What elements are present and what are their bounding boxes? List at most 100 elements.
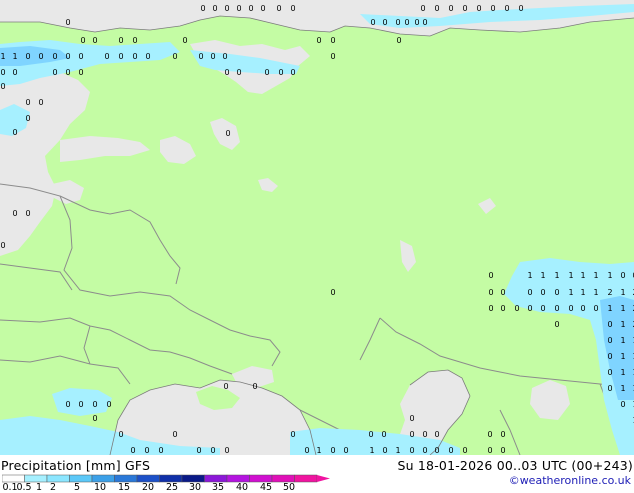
legend-swatch [226, 474, 250, 483]
precip-value-marker: 0 [368, 430, 373, 439]
precip-value-marker: 0 [198, 52, 203, 61]
precip-value-marker: 0 [330, 52, 335, 61]
precip-value-marker: 0 [224, 446, 229, 455]
precip-value-marker: 0 [330, 446, 335, 455]
precip-value-marker: 1 [568, 271, 573, 280]
legend-label: 10 [93, 482, 107, 493]
precip-value-marker: 0 [396, 36, 401, 45]
precip-value-marker: 0 [260, 4, 265, 13]
precip-value-marker: 0 [500, 430, 505, 439]
legend-swatch [204, 474, 228, 483]
precip-value-marker: 0 [518, 4, 523, 13]
precip-value-marker: 0 [12, 209, 17, 218]
precip-value-marker: 0 [487, 446, 492, 455]
legend-label: 30 [188, 482, 202, 493]
precip-value-marker: 0 [607, 384, 612, 393]
precip-value-marker: 0 [172, 52, 177, 61]
legend-label: 0.5 [16, 482, 32, 493]
precip-value-marker: 0 [607, 368, 612, 377]
precip-value-marker: 0 [0, 68, 5, 77]
precip-value-marker: 1 [607, 271, 612, 280]
precip-value-marker: 0 [422, 446, 427, 455]
precip-value-marker: 0 [370, 18, 375, 27]
source-credit[interactable]: ©weatheronline.co.uk [509, 474, 631, 487]
legend-swatch [2, 474, 25, 483]
precip-value-marker: 0 [434, 4, 439, 13]
precip-value-marker: 0 [409, 414, 414, 423]
precip-value-marker: 0 [78, 52, 83, 61]
precip-value-marker: 0 [236, 68, 241, 77]
precip-value-marker: 0 [381, 430, 386, 439]
precip-value-marker: 0 [514, 304, 519, 313]
precip-value-marker: 0 [487, 430, 492, 439]
precip-value-marker: 0 [210, 446, 215, 455]
precip-value-marker: 0 [224, 68, 229, 77]
precip-value-marker: 0 [540, 288, 545, 297]
precip-value-marker: 0 [434, 446, 439, 455]
precip-value-marker: 0 [527, 288, 532, 297]
legend-arrow [317, 475, 330, 482]
precip-value-marker: 1 [593, 271, 598, 280]
precip-value-marker: 0 [0, 241, 5, 250]
legend-swatch [294, 474, 318, 483]
precip-value-marker: 0 [304, 446, 309, 455]
precip-value-marker: 0 [382, 18, 387, 27]
precip-value-marker: 0 [236, 4, 241, 13]
precip-value-marker: 0 [554, 304, 559, 313]
precip-value-marker: 0 [92, 400, 97, 409]
precip-value-marker: 0 [78, 68, 83, 77]
precip-value-marker: 0 [223, 382, 228, 391]
precip-value-marker: 0 [104, 52, 109, 61]
precip-value-marker: 0 [409, 446, 414, 455]
legend-label: 15 [117, 482, 131, 493]
legend-swatch [114, 474, 138, 483]
legend-label: 0.1 [2, 482, 18, 493]
precip-value-marker: 0 [395, 18, 400, 27]
precip-value-marker: 0 [290, 4, 295, 13]
precip-value-marker: 0 [409, 430, 414, 439]
precip-value-marker: 0 [500, 288, 505, 297]
precip-value-marker: 0 [330, 36, 335, 45]
precip-value-marker: 1 [12, 52, 17, 61]
precip-value-marker: 0 [422, 430, 427, 439]
precip-value-marker: 0 [65, 68, 70, 77]
precip-value-marker: 0 [145, 52, 150, 61]
map-footer: Precipitation [mm] GFS Su 18-01-2026 00.… [0, 455, 634, 493]
precip-value-marker: 1 [620, 368, 625, 377]
legend-swatch [181, 474, 205, 483]
precip-value-marker: 0 [182, 36, 187, 45]
precip-value-marker: 0 [210, 52, 215, 61]
precip-value-marker: 0 [448, 446, 453, 455]
legend-swatch [46, 474, 70, 483]
precip-value-marker: 0 [106, 400, 111, 409]
precip-value-marker: 0 [132, 36, 137, 45]
precip-value-marker: 0 [540, 304, 545, 313]
precipitation-map: 0000000000000000000000000000000110000000… [0, 0, 634, 455]
precip-value-marker: 0 [420, 4, 425, 13]
precip-value-marker: 0 [65, 52, 70, 61]
precip-value-marker: 0 [488, 271, 493, 280]
precip-value-marker: 0 [65, 400, 70, 409]
precip-value-marker: 0 [504, 4, 509, 13]
precip-value-marker: 1 [620, 336, 625, 345]
precip-value-marker: 0 [568, 304, 573, 313]
precip-value-marker: 0 [118, 52, 123, 61]
precip-value-marker: 1 [568, 288, 573, 297]
precip-value-marker: 0 [330, 288, 335, 297]
precip-value-marker: 0 [554, 320, 559, 329]
legend-swatch [249, 474, 273, 483]
precip-value-marker: 0 [25, 209, 30, 218]
precip-value-marker: 0 [38, 52, 43, 61]
precip-value-marker: 0 [278, 68, 283, 77]
precip-value-marker: 0 [130, 446, 135, 455]
precip-value-marker: 0 [52, 52, 57, 61]
precip-value-marker: 0 [132, 52, 137, 61]
precip-value-marker: 1 [0, 52, 5, 61]
precip-value-marker: 0 [25, 98, 30, 107]
precip-value-marker: 1 [607, 304, 612, 313]
forecast-datetime: Su 18-01-2026 00..03 UTC (00+243) [397, 458, 633, 473]
precip-value-marker: 0 [0, 82, 5, 91]
precip-value-marker: 1 [540, 271, 545, 280]
precip-value-marker: 0 [172, 430, 177, 439]
precip-value-marker: 0 [488, 288, 493, 297]
